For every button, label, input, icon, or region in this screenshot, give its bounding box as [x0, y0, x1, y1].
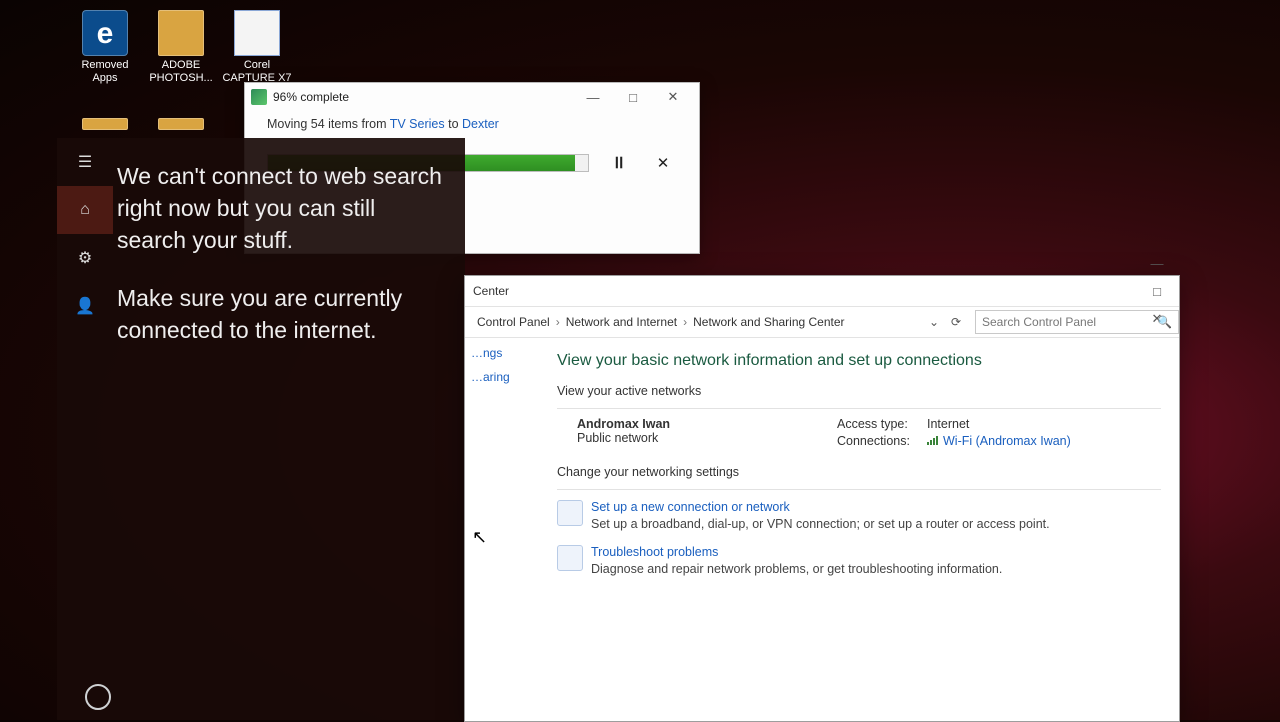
folder-icon — [82, 118, 128, 130]
connection-name: Wi-Fi (Andromax Iwan) — [943, 434, 1071, 448]
address-dropdown[interactable]: ⌄ — [923, 315, 945, 329]
feedback-button[interactable]: 👤 — [57, 282, 113, 330]
copy-mid: to — [445, 117, 462, 131]
copy-description: Moving 54 items from TV Series to Dexter — [267, 117, 677, 131]
close-button[interactable]: ✕ — [653, 85, 693, 109]
task-link[interactable]: …aring — [471, 370, 555, 384]
minimize-button[interactable]: — — [1135, 249, 1179, 277]
cancel-button[interactable]: ✕ — [649, 149, 677, 177]
home-button[interactable]: ⌂ — [57, 186, 113, 234]
search-icon: 🔍 — [1157, 315, 1172, 329]
network-sharing-center-window: Center — □ ✕ Control Panel› Network and … — [464, 275, 1180, 722]
desktop-icon-photoshop[interactable]: ADOBE PHOTOSH... — [146, 10, 216, 85]
task-link[interactable]: …ngs — [471, 346, 555, 360]
connections-label: Connections: — [837, 434, 927, 448]
desktop-icon-partial-2[interactable] — [146, 118, 216, 133]
edge-icon: e — [82, 10, 128, 56]
copy-dest-link[interactable]: Dexter — [462, 117, 499, 131]
document-icon — [234, 10, 280, 56]
change-settings-label: Change your networking settings — [557, 465, 1161, 479]
active-networks-label: View your active networks — [557, 384, 1161, 398]
menu-button[interactable]: ☰ — [57, 138, 113, 186]
settings-button[interactable]: ⚙ — [57, 234, 113, 282]
search-input[interactable]: Search Control Panel 🔍 — [975, 310, 1179, 334]
window-title: Center — [473, 284, 509, 298]
transfer-icon — [251, 89, 267, 105]
page-heading: View your basic network information and … — [557, 352, 1161, 370]
connection-link[interactable]: Wi-Fi (Andromax Iwan) — [927, 434, 1071, 448]
network-profile: Public network — [577, 431, 658, 445]
copy-prefix: Moving 54 items from — [267, 117, 390, 131]
cortana-message-1: We can't connect to web search right now… — [117, 160, 445, 256]
setup-connection-link[interactable]: Set up a new connection or network — [591, 500, 1050, 514]
task-pane: …ngs …aring — [465, 338, 555, 721]
window-titlebar[interactable]: Center — □ ✕ — [465, 276, 1179, 306]
cortana-message-2: Make sure you are currently connected to… — [117, 282, 445, 346]
cortana-panel: ☰ ⌂ ⚙ 👤 We can't connect to web search r… — [57, 138, 465, 720]
cortana-rail: ☰ ⌂ ⚙ 👤 — [57, 138, 113, 720]
pause-button[interactable]: ⅠⅠ — [605, 149, 633, 177]
troubleshoot-link[interactable]: Troubleshoot problems — [591, 545, 1002, 559]
chevron-right-icon: › — [681, 315, 689, 329]
breadcrumb[interactable]: Network and Sharing Center — [689, 315, 848, 329]
desktop-icon-label: Removed Apps — [70, 59, 140, 85]
folder-icon — [158, 118, 204, 130]
setup-connection-desc: Set up a broadband, dial-up, or VPN conn… — [591, 517, 1050, 531]
dialog-titlebar[interactable]: 96% complete — □ ✕ — [245, 83, 699, 111]
cortana-ring-icon[interactable] — [85, 684, 111, 710]
troubleshoot-desc: Diagnose and repair network problems, or… — [591, 562, 1002, 576]
desktop-icon-partial-1[interactable] — [70, 118, 140, 133]
option-troubleshoot: Troubleshoot problems Diagnose and repai… — [557, 545, 1161, 576]
search-placeholder: Search Control Panel — [982, 315, 1096, 329]
folder-icon — [158, 10, 204, 56]
desktop-icon-removed-apps[interactable]: e Removed Apps — [70, 10, 140, 85]
refresh-button[interactable]: ⟳ — [945, 315, 967, 329]
breadcrumb[interactable]: Control Panel — [473, 315, 554, 329]
chevron-right-icon: › — [554, 315, 562, 329]
wifi-signal-icon — [927, 435, 939, 445]
maximize-button[interactable]: □ — [1135, 277, 1179, 305]
divider — [557, 408, 1161, 409]
troubleshoot-icon — [557, 545, 583, 571]
dialog-title: 96% complete — [273, 90, 349, 104]
access-type-label: Access type: — [837, 417, 927, 431]
maximize-button[interactable]: □ — [613, 85, 653, 109]
connection-icon — [557, 500, 583, 526]
desktop-icon-corel[interactable]: Corel CAPTURE X7 — [222, 10, 292, 85]
network-name: Andromax Iwan — [577, 417, 670, 431]
option-setup-connection: Set up a new connection or network Set u… — [557, 500, 1161, 531]
divider — [557, 489, 1161, 490]
minimize-button[interactable]: — — [573, 85, 613, 109]
access-type-value: Internet — [927, 417, 969, 431]
breadcrumb[interactable]: Network and Internet — [562, 315, 681, 329]
copy-source-link[interactable]: TV Series — [390, 117, 445, 131]
desktop-icon-label: ADOBE PHOTOSH... — [146, 59, 216, 85]
address-bar[interactable]: Control Panel› Network and Internet› Net… — [465, 306, 1179, 338]
